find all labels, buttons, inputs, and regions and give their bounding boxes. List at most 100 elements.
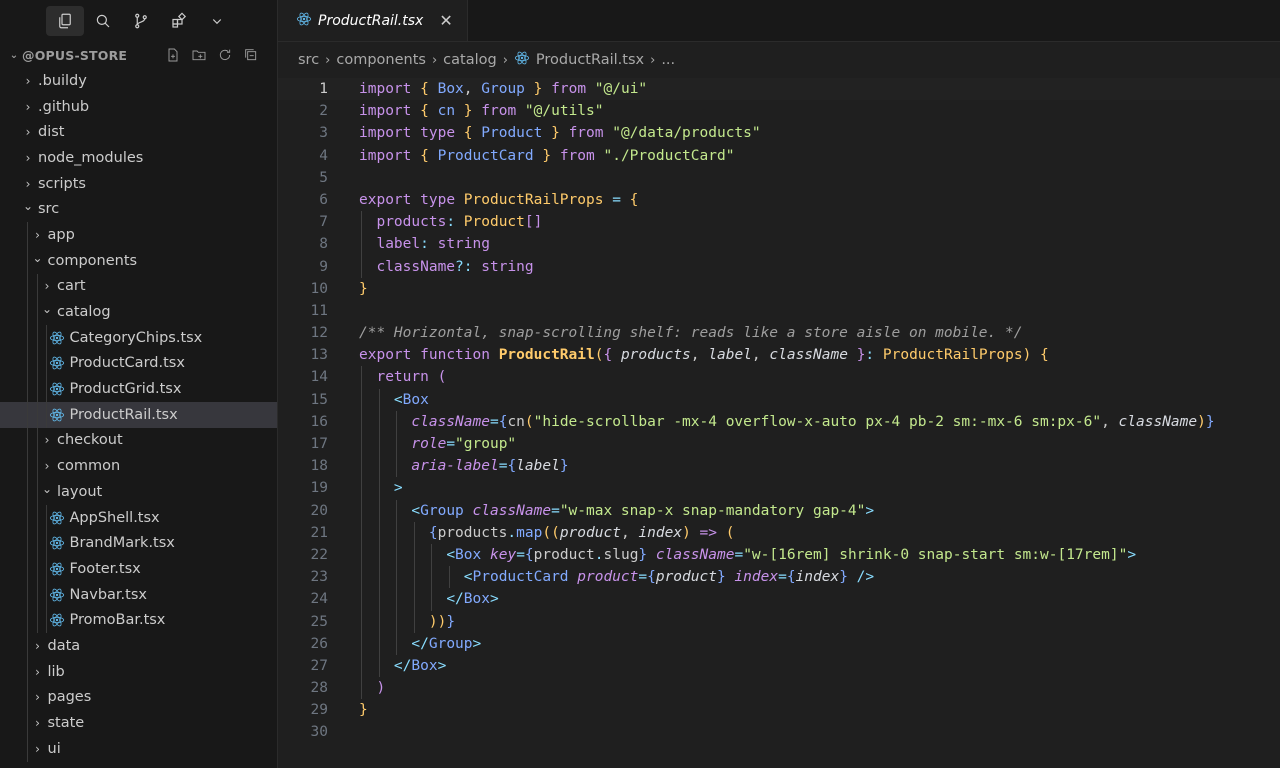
code-line[interactable]: 18 aria-label={label} xyxy=(278,455,1280,478)
tree-file[interactable]: AppShell.tsx xyxy=(0,504,277,531)
code-token: return xyxy=(376,369,429,386)
refresh-button[interactable] xyxy=(215,45,235,65)
code-line[interactable]: 1 import { Box, Group } from "@/ui" xyxy=(278,78,1280,101)
code-line[interactable]: 5 xyxy=(278,167,1280,189)
code-token: > xyxy=(472,635,482,652)
search-view-button[interactable] xyxy=(84,6,122,36)
code-line[interactable]: 12 /** Horizontal, snap-scrolling shelf: … xyxy=(278,322,1280,344)
tree-item-label: layout xyxy=(57,483,103,500)
indent-guide xyxy=(413,566,415,589)
chevron-right-icon: › xyxy=(35,638,40,653)
more-views-button[interactable] xyxy=(198,6,236,36)
collapse-all-button[interactable] xyxy=(241,45,261,65)
breadcrumb-components[interactable]: components xyxy=(336,52,426,68)
tree-file[interactable]: ProductCard.tsx xyxy=(0,350,277,377)
code-line[interactable]: 21 {products.map((product, index) => ( xyxy=(278,521,1280,544)
tree-file[interactable]: PromoBar.tsx xyxy=(0,607,277,634)
code-line[interactable]: 16 className={cn("hide-scrollbar -mx-4 o… xyxy=(278,410,1280,433)
tree-folder[interactable]: › checkout xyxy=(0,427,277,454)
code-line[interactable]: 4 import { ProductCard } from "./ProductC… xyxy=(278,145,1280,167)
code-line[interactable]: 22 <Box key={product.slug} className="w-… xyxy=(278,543,1280,567)
tree-folder[interactable]: › data xyxy=(0,633,277,659)
breadcrumb-src[interactable]: src xyxy=(298,52,319,68)
code-editor[interactable]: 1 import { Box, Group } from "@/ui" 2 impor… xyxy=(278,78,1280,744)
code-line[interactable]: 14 return ( xyxy=(278,366,1280,389)
code-line[interactable]: 13 export function ProductRail({ products… xyxy=(278,344,1280,366)
indent-guide xyxy=(361,521,362,544)
source-control-button[interactable] xyxy=(122,6,160,36)
new-file-button[interactable] xyxy=(163,45,183,65)
tree-folder[interactable]: › pages xyxy=(0,684,277,711)
code-line[interactable]: 11 xyxy=(278,300,1280,322)
tree-folder[interactable]: › .buildy xyxy=(0,68,277,94)
tree-folder[interactable]: › app xyxy=(0,222,277,248)
code-line[interactable]: 7 products: Product[] xyxy=(278,211,1280,234)
code-line[interactable]: 15 <Box xyxy=(278,388,1280,411)
code-line[interactable]: 3 import type { Product } from "@/data/pr… xyxy=(278,122,1280,144)
explorer-view-button[interactable] xyxy=(46,6,84,36)
tree-folder[interactable]: › scripts xyxy=(0,171,277,197)
new-folder-button[interactable] xyxy=(189,45,209,65)
tree-folder[interactable]: › ui xyxy=(0,735,277,762)
code-line[interactable]: 30 xyxy=(278,721,1280,743)
code-line[interactable]: 20 <Group className="w-max snap-x snap-m… xyxy=(278,499,1280,522)
code-line[interactable]: 6 export type ProductRailProps = { xyxy=(278,189,1280,211)
code-line[interactable]: 9 className?: string xyxy=(278,255,1280,278)
tree-item-label: common xyxy=(57,458,121,475)
tree-folder[interactable]: › .github xyxy=(0,94,277,120)
code-line[interactable]: 23 <ProductCard product={product} index=… xyxy=(278,566,1280,589)
tree-folder[interactable]: › cart xyxy=(0,273,277,300)
code-line[interactable]: 17 role="group" xyxy=(278,433,1280,456)
code-token: > xyxy=(437,657,447,674)
tree-file[interactable]: CategoryChips.tsx xyxy=(0,324,277,351)
line-text: > xyxy=(328,477,403,500)
breadcrumb-catalog[interactable]: catalog xyxy=(443,52,497,68)
explorer-root-header[interactable]: ⌄ @OPUS-STORE xyxy=(0,42,277,68)
tree-file[interactable]: ProductRail.tsx xyxy=(0,401,277,428)
tree-file[interactable]: ProductGrid.tsx xyxy=(0,376,277,402)
tree-item-label: checkout xyxy=(57,432,123,449)
react-file-icon xyxy=(49,407,65,423)
code-line[interactable]: 25 ))} xyxy=(278,610,1280,633)
code-line[interactable]: 28 ) xyxy=(278,677,1280,700)
line-number: 12 xyxy=(310,325,328,342)
new-file-icon xyxy=(168,48,178,62)
editor-area: ProductRail.tsx ✕ src › components › cat… xyxy=(278,0,1280,768)
code-line[interactable]: 29} xyxy=(278,699,1280,721)
tree-folder[interactable]: ⌄ components xyxy=(0,247,277,274)
line-number: 3 xyxy=(319,125,328,142)
code-line[interactable]: 19 > xyxy=(278,477,1280,500)
indent-guide xyxy=(378,455,380,478)
breadcrumb-more[interactable]: ... xyxy=(661,52,675,68)
tree-folder[interactable]: › node_modules xyxy=(0,145,277,171)
code-line[interactable]: 2 import { cn } from "@/utils" xyxy=(278,100,1280,122)
tree-file[interactable]: Navbar.tsx xyxy=(0,581,277,608)
tree-folder[interactable]: › state xyxy=(0,710,277,736)
extensions-button[interactable] xyxy=(160,6,198,36)
tree-folder[interactable]: › lib xyxy=(0,658,277,685)
line-number: 24 xyxy=(310,591,328,608)
code-line[interactable]: 24 </Box> xyxy=(278,588,1280,611)
code-line[interactable]: 8 label: string xyxy=(278,233,1280,256)
code-token: Box xyxy=(411,657,438,674)
tree-folder[interactable]: ⌄ catalog xyxy=(0,299,277,325)
tree-folder[interactable]: › dist xyxy=(0,119,277,145)
code-line[interactable]: 26 </Group> xyxy=(278,632,1280,655)
code-line[interactable]: 27 </Box> xyxy=(278,654,1280,678)
react-file-icon xyxy=(49,561,65,577)
tree-file[interactable]: Footer.tsx xyxy=(0,556,277,582)
close-icon[interactable]: ✕ xyxy=(439,11,452,30)
code-token: } xyxy=(446,613,456,630)
tree-folder[interactable]: ⌄ layout xyxy=(0,479,277,505)
tree-folder[interactable]: › common xyxy=(0,453,277,479)
tree-file[interactable]: BrandMark.tsx xyxy=(0,530,277,557)
tree-folder[interactable]: ⌄ src xyxy=(0,196,277,222)
indent-guide xyxy=(396,521,397,544)
code-line[interactable]: 10} xyxy=(278,278,1280,300)
tab-productrail[interactable]: ProductRail.tsx ✕ xyxy=(278,0,468,41)
breadcrumb-file[interactable]: ProductRail.tsx xyxy=(514,50,644,70)
indent-guide xyxy=(27,222,28,248)
